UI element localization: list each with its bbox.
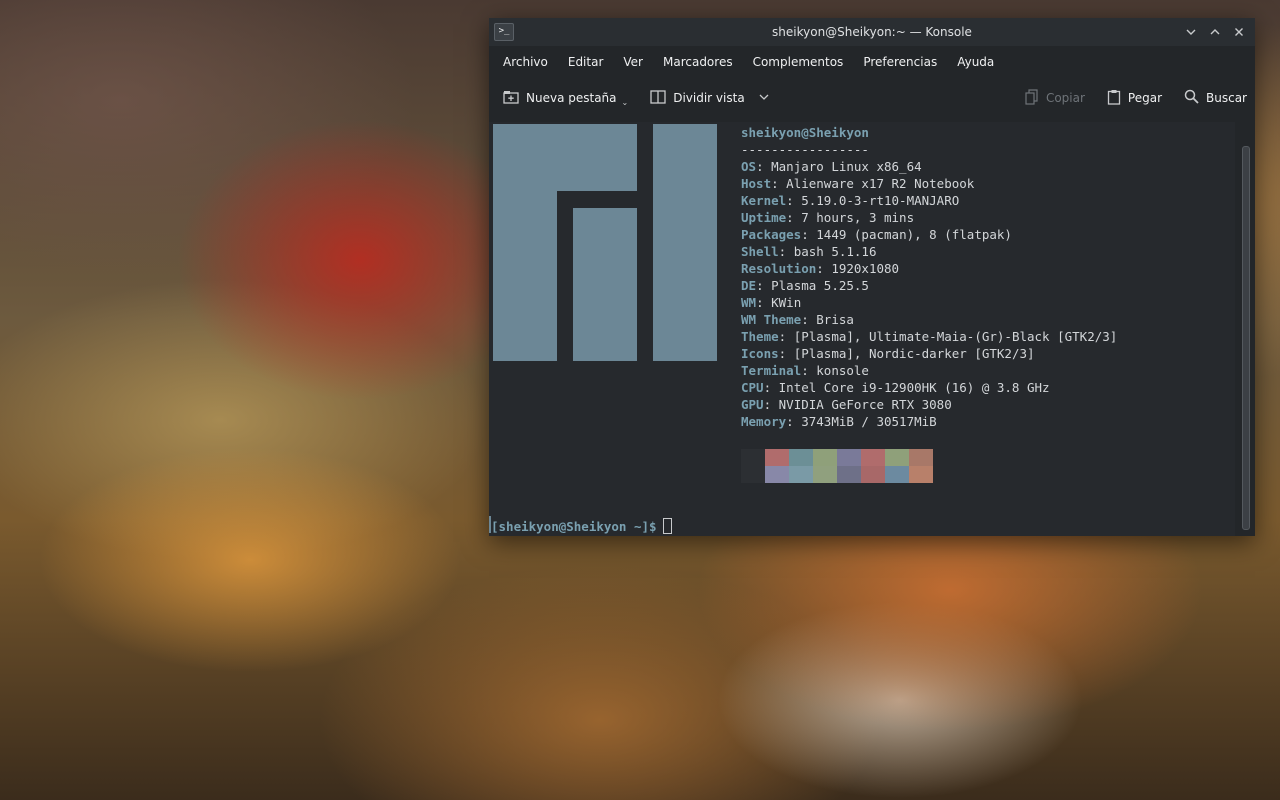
- info-value: KWin: [771, 295, 802, 310]
- title-bar[interactable]: >_ sheikyon@Sheikyon:~ — Konsole: [489, 18, 1255, 46]
- info-value: Manjaro Linux x86_64: [771, 159, 922, 174]
- color-swatch: [765, 466, 789, 483]
- info-key: Shell: [741, 244, 779, 259]
- manjaro-logo-middle-bar: [573, 208, 637, 361]
- scrollbar-thumb[interactable]: [1242, 146, 1250, 530]
- info-key: Host: [741, 176, 772, 191]
- minimize-icon[interactable]: [1181, 22, 1201, 42]
- color-swatch: [837, 449, 861, 466]
- color-swatch: [909, 449, 933, 466]
- info-value: konsole: [816, 363, 869, 378]
- window-title: sheikyon@Sheikyon:~ — Konsole: [772, 25, 972, 39]
- maximize-icon[interactable]: [1205, 22, 1225, 42]
- menu-marcadores[interactable]: Marcadores: [653, 55, 743, 69]
- menu-ayuda[interactable]: Ayuda: [947, 55, 1004, 69]
- info-value: 1449 (pacman), 8 (flatpak): [816, 227, 1012, 242]
- menu-bar: Archivo Editar Ver Marcadores Complement…: [489, 46, 1255, 78]
- konsole-window: >_ sheikyon@Sheikyon:~ — Konsole Archivo…: [489, 18, 1255, 536]
- terminal-area[interactable]: sheikyon@Sheikyon ----------------- OS: …: [489, 122, 1235, 536]
- color-swatch: [765, 449, 789, 466]
- info-value: Intel Core i9-12900HK (16) @ 3.8 GHz: [778, 380, 1050, 395]
- info-value: bash 5.1.16: [793, 244, 877, 259]
- color-swatch: [909, 466, 933, 483]
- color-palette: [741, 449, 933, 483]
- info-value: Brisa: [816, 312, 854, 327]
- info-key: WM Theme: [741, 312, 802, 327]
- info-value: Plasma 5.25.5: [771, 278, 869, 293]
- close-icon[interactable]: [1229, 22, 1249, 42]
- info-value: [Plasma], Nordic-darker [GTK2/3]: [793, 346, 1035, 361]
- info-value: 7 hours, 3 mins: [801, 210, 915, 225]
- info-value: NVIDIA GeForce RTX 3080: [778, 397, 952, 412]
- paste-icon: [1107, 89, 1121, 108]
- info-key: WM: [741, 295, 757, 310]
- menu-complementos[interactable]: Complementos: [743, 55, 854, 69]
- color-swatch: [837, 466, 861, 483]
- manjaro-logo-top-bar: [557, 124, 637, 191]
- info-value: 5.19.0-3-rt10-MANJARO: [801, 193, 960, 208]
- info-key: Kernel: [741, 193, 787, 208]
- paste-button[interactable]: Pegar: [1107, 89, 1162, 108]
- info-key: Theme: [741, 329, 779, 344]
- toolbar: Nueva pestaña ⌄ Dividir vista Copiar Peg…: [489, 78, 1255, 118]
- info-key: Memory: [741, 414, 787, 429]
- split-view-button[interactable]: Dividir vista: [650, 89, 770, 107]
- menu-archivo[interactable]: Archivo: [493, 55, 558, 69]
- chevron-down-icon[interactable]: ⌄: [622, 98, 629, 107]
- color-swatch: [789, 466, 813, 483]
- info-key: Packages: [741, 227, 802, 242]
- color-swatch: [885, 449, 909, 466]
- manjaro-logo-right-bar: [653, 124, 717, 361]
- info-key: CPU: [741, 380, 764, 395]
- info-key: Resolution: [741, 261, 817, 276]
- color-swatch: [813, 466, 837, 483]
- split-view-label: Dividir vista: [673, 91, 745, 105]
- new-tab-label: Nueva pestaña: [526, 91, 617, 105]
- prompt-text: [sheikyon@Sheikyon ~]$: [491, 519, 657, 534]
- separator-line: -----------------: [741, 142, 869, 157]
- color-swatch: [741, 449, 765, 466]
- user-host: sheikyon@Sheikyon: [741, 125, 869, 140]
- copy-icon: [1025, 88, 1039, 108]
- shell-prompt[interactable]: [sheikyon@Sheikyon ~]$: [491, 518, 672, 535]
- info-value: [Plasma], Ultimate-Maia-(Gr)-Black [GTK2…: [793, 329, 1118, 344]
- color-swatch: [813, 449, 837, 466]
- konsole-app-icon[interactable]: >_: [494, 23, 514, 41]
- paste-label: Pegar: [1127, 91, 1163, 105]
- new-tab-button[interactable]: Nueva pestaña ⌄: [503, 90, 628, 107]
- info-key: GPU: [741, 397, 764, 412]
- copy-label: Copiar: [1045, 91, 1085, 105]
- menu-preferencias[interactable]: Preferencias: [853, 55, 947, 69]
- info-key: Terminal: [741, 363, 802, 378]
- info-key: OS: [741, 159, 757, 174]
- color-swatch: [885, 466, 909, 483]
- info-value: 3743MiB / 30517MiB: [801, 414, 937, 429]
- menu-editar[interactable]: Editar: [558, 55, 614, 69]
- copy-button[interactable]: Copiar: [1025, 88, 1085, 108]
- find-button[interactable]: Buscar: [1184, 89, 1247, 107]
- info-key: DE: [741, 278, 757, 293]
- new-tab-icon: [503, 90, 519, 107]
- info-key: Uptime: [741, 210, 787, 225]
- manjaro-logo-left-bar: [493, 124, 557, 361]
- color-swatch: [861, 449, 885, 466]
- chevron-down-icon[interactable]: [758, 91, 770, 105]
- split-view-icon: [650, 89, 666, 107]
- scrollbar[interactable]: [1235, 122, 1255, 536]
- info-key: Icons: [741, 346, 779, 361]
- color-swatch: [741, 466, 765, 483]
- color-swatch: [861, 466, 885, 483]
- neofetch-info: sheikyon@Sheikyon ----------------- OS: …: [741, 125, 1118, 429]
- find-label: Buscar: [1206, 91, 1247, 105]
- search-icon: [1184, 89, 1199, 107]
- info-value: Alienware x17 R2 Notebook: [786, 176, 975, 191]
- info-value: 1920x1080: [831, 261, 900, 276]
- menu-ver[interactable]: Ver: [613, 55, 653, 69]
- text-cursor: [662, 518, 672, 534]
- color-swatch: [789, 449, 813, 466]
